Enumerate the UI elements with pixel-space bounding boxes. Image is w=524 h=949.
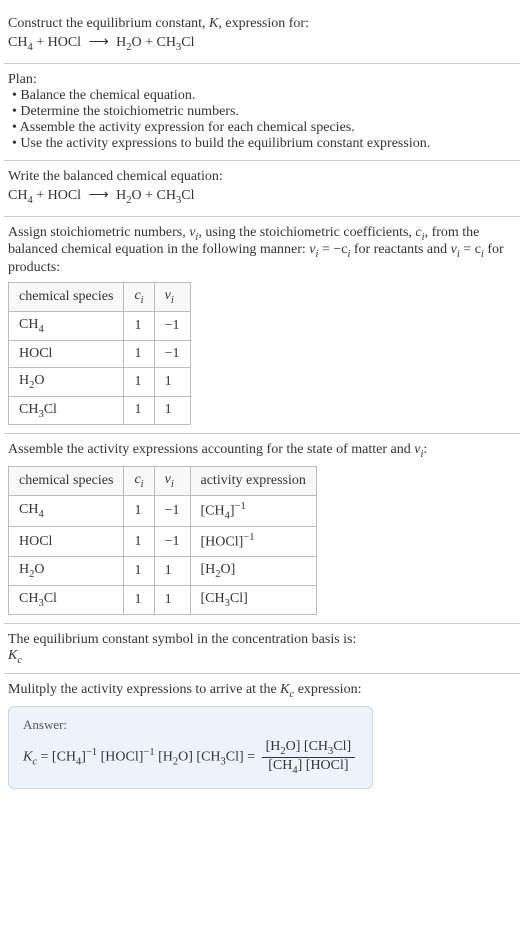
kc-symbol: Kc [8,648,516,666]
th-ci: ci [124,283,154,312]
intro-post: , expression for: [218,16,309,31]
multiply-text: Mulitply the activity expressions to arr… [8,682,516,700]
ch4: CH4 [8,35,33,50]
balanced-heading: Write the balanced chemical equation: [8,169,516,185]
kc-section: The equilibrium constant symbol in the c… [4,624,520,675]
table-header-row: chemical species ci νi activity expressi… [9,467,317,496]
th-nu: νi [154,283,190,312]
table-row: CH3Cl 1 1 [CH3Cl] [9,585,317,614]
reaction-equation: CH4 + HOCl ⟶ H2O + CH3Cl [8,34,516,53]
intro-line: Construct the equilibrium constant, K, e… [8,16,516,32]
th-species: chemical species [9,283,124,312]
plan-list: Balance the chemical equation. Determine… [12,88,516,152]
activity-section: Assemble the activity expressions accoun… [4,434,520,623]
table-row: CH4 1 −1 [9,311,191,340]
plan-item: Determine the stoichiometric numbers. [12,104,516,120]
table-row: H2O 1 1 [9,367,191,396]
table-row: CH3Cl 1 1 [9,396,191,425]
table-row: CH4 1 −1 [CH4]−1 [9,495,317,526]
answer-box: Answer: Kc = [CH4]−1 [HOCl]−1 [H2O] [CH3… [8,706,373,789]
stoich-section: Assign stoichiometric numbers, νi, using… [4,217,520,435]
kc-expression: Kc = [CH4]−1 [HOCl]−1 [H2O] [CH3Cl] = [H… [23,739,358,776]
intro-pre: Construct the equilibrium constant, [8,16,209,31]
activity-heading: Assemble the activity expressions accoun… [8,442,516,460]
h2o: H2O [116,35,142,50]
plan-heading: Plan: [8,72,516,88]
stoich-table: chemical species ci νi CH4 1 −1 HOCl 1 −… [8,282,191,425]
table-row: HOCl 1 −1 [HOCl]−1 [9,527,317,557]
plan-section: Plan: Balance the chemical equation. Det… [4,64,520,161]
balanced-section: Write the balanced chemical equation: CH… [4,161,520,217]
k-var: K [209,16,218,31]
plan-item: Assemble the activity expression for eac… [12,120,516,136]
activity-table: chemical species ci νi activity expressi… [8,466,317,615]
ch3cl: CH3Cl [157,35,195,50]
table-header-row: chemical species ci νi [9,283,191,312]
multiply-section: Mulitply the activity expressions to arr… [4,674,520,796]
arrow-icon: ⟶ [89,35,109,50]
stoich-text: Assign stoichiometric numbers, νi, using… [8,225,516,277]
table-row: H2O 1 1 [H2O] [9,557,317,586]
intro-section: Construct the equilibrium constant, K, e… [4,8,520,64]
fraction: [H2O] [CH3Cl] [CH4] [HOCl] [262,739,356,776]
kc-line: The equilibrium constant symbol in the c… [8,632,516,648]
hocl: HOCl [48,35,81,50]
plan-item: Balance the chemical equation. [12,88,516,104]
plan-item: Use the activity expressions to build th… [12,136,516,152]
answer-label: Answer: [23,717,358,733]
balanced-equation: CH4 + HOCl ⟶ H2O + CH3Cl [8,187,516,206]
table-row: HOCl 1 −1 [9,340,191,367]
